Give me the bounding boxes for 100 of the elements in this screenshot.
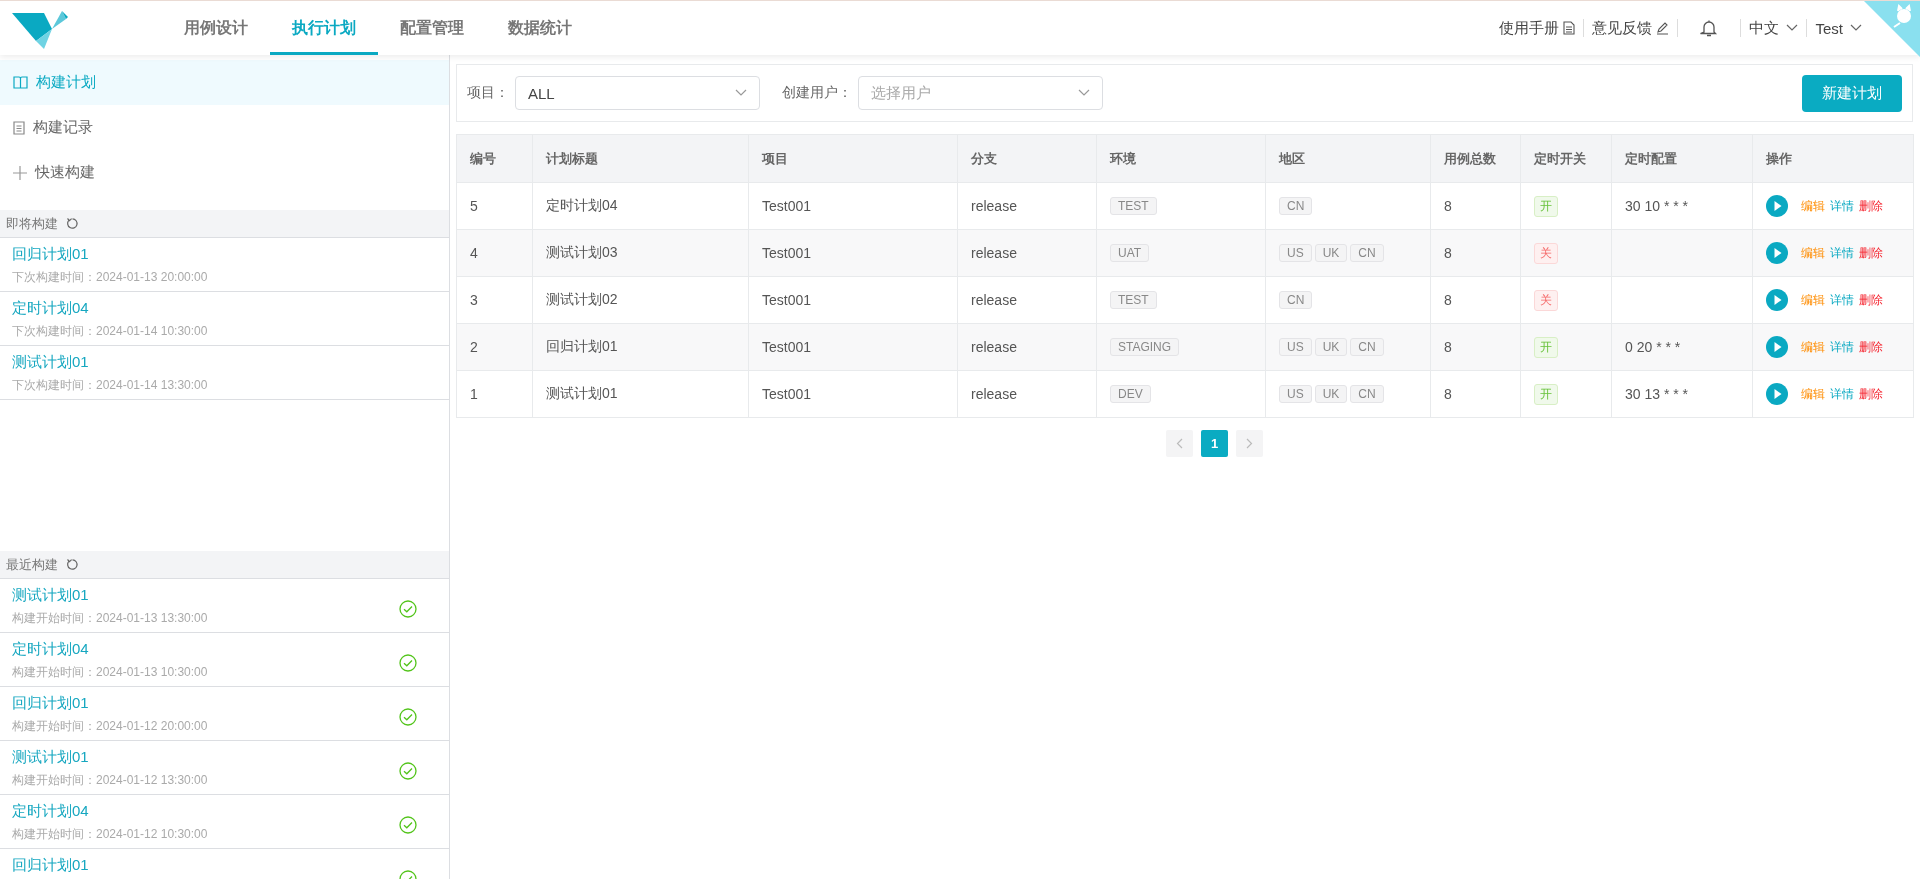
section-title: 最近构建 [6,555,58,574]
region-tag: UK [1314,244,1348,262]
table-cell: 4 [456,229,533,277]
plan-link[interactable]: 测试计划01 [12,748,399,767]
action-link[interactable]: 编辑 [1801,385,1825,403]
column-header: 操作 [1752,134,1914,183]
timer-status-tag: 开 [1534,383,1558,405]
action-link[interactable]: 编辑 [1801,338,1825,356]
action-link[interactable]: 删除 [1859,385,1883,403]
filter-select[interactable]: ALL [515,76,760,110]
nav-tab[interactable]: 用例设计 [162,1,270,55]
table-cell: 回归计划01 [532,323,749,371]
action-link[interactable]: 详情 [1830,244,1854,262]
column-header: 用例总数 [1430,134,1521,183]
header-link[interactable]: 使用手册 [1499,18,1576,38]
play-icon[interactable] [1766,289,1788,311]
nav-tab[interactable]: 配置管理 [378,1,486,55]
env-tag: TEST [1110,291,1157,309]
refresh-icon[interactable] [66,558,79,571]
plus-icon [13,165,27,180]
action-link[interactable]: 详情 [1830,291,1854,309]
column-header: 环境 [1096,134,1266,183]
chevron-down-icon [735,89,747,97]
region-tag: US [1279,385,1312,403]
column-header: 计划标题 [532,134,749,183]
plan-link[interactable]: 定时计划04 [12,802,399,821]
table-cell: release [957,229,1097,277]
table-cell: 8 [1430,323,1521,371]
column-header: 项目 [748,134,958,183]
action-link[interactable]: 删除 [1859,197,1883,215]
build-time: 构建开始时间：2024-01-12 20:00:00 [12,718,209,735]
region-tag: CN [1279,291,1313,309]
build-time: 构建开始时间：2024-01-13 10:30:00 [12,664,209,681]
play-icon[interactable] [1766,336,1788,358]
table-cell: release [957,370,1097,418]
plan-link[interactable]: 定时计划04 [12,299,419,318]
timer-status-tag: 开 [1534,336,1558,358]
table-cell: Test001 [748,370,958,418]
plan-link[interactable]: 回归计划01 [12,694,399,713]
build-time: 构建开始时间：2024-01-13 13:30:00 [12,610,209,627]
column-header: 定时配置 [1611,134,1753,183]
action-link[interactable]: 删除 [1859,291,1883,309]
action-link[interactable]: 编辑 [1801,291,1825,309]
table-cell: 测试计划01 [532,370,749,418]
region-tag: CN [1350,338,1384,356]
env-tag: DEV [1110,385,1151,403]
filter-select[interactable]: 选择用户 [858,76,1103,110]
timer-status-tag: 开 [1534,195,1558,217]
chevron-right-icon [1246,438,1253,449]
corner-ribbon-icon[interactable] [1864,1,1920,57]
table-cell: 2 [456,323,533,371]
document-icon [1563,21,1576,35]
play-icon[interactable] [1766,242,1788,264]
table-cell: Test001 [748,229,958,277]
filter-label: 项目： [467,84,509,102]
action-link[interactable]: 编辑 [1801,244,1825,262]
plan-link[interactable]: 测试计划01 [12,353,419,372]
plan-link[interactable]: 回归计划01 [12,245,419,264]
plan-link[interactable]: 回归计划01 [12,856,399,875]
action-link[interactable]: 详情 [1830,338,1854,356]
sidebar-menu-item[interactable]: 快速构建 [0,150,449,195]
nav-tab[interactable]: 数据统计 [486,1,594,55]
chevron-down-icon [1786,24,1799,32]
table-cell: 1 [456,370,533,418]
action-link[interactable]: 详情 [1830,197,1854,215]
sidebar-menu-item[interactable]: 构建计划 [0,60,449,105]
table-cell: Test001 [748,323,958,371]
plan-link[interactable]: 测试计划01 [12,586,399,605]
table-cell: 测试计划03 [532,229,749,277]
column-header: 分支 [957,134,1097,183]
timer-status-tag: 关 [1534,289,1558,311]
user-dropdown[interactable]: Test [1815,19,1862,37]
action-link[interactable]: 删除 [1859,244,1883,262]
column-header: 定时开关 [1520,134,1612,183]
table-cell: 30 10 * * * [1625,198,1689,214]
page-button[interactable]: 1 [1201,430,1228,457]
chevron-left-icon [1176,438,1183,449]
nav-tab[interactable]: 执行计划 [270,1,378,55]
region-tag: US [1279,244,1312,262]
header-link[interactable]: 意见反馈 [1592,18,1670,38]
new-plan-button[interactable]: 新建计划 [1802,74,1902,112]
table-cell: 30 13 * * * [1625,386,1689,402]
refresh-icon[interactable] [66,217,79,230]
pen-icon [1656,21,1670,35]
document-icon [13,120,25,135]
action-link[interactable]: 编辑 [1801,197,1825,215]
play-icon[interactable] [1766,195,1788,217]
sidebar-menu-item[interactable]: 构建记录 [0,105,449,150]
table-cell: release [957,323,1097,371]
table-cell: 8 [1430,370,1521,418]
column-header: 编号 [456,134,533,183]
plan-link[interactable]: 定时计划04 [12,640,399,659]
language-dropdown[interactable]: 中文 [1749,18,1799,38]
action-link[interactable]: 详情 [1830,385,1854,403]
bell-icon[interactable] [1700,19,1719,37]
action-link[interactable]: 删除 [1859,338,1883,356]
play-icon[interactable] [1766,383,1788,405]
timer-status-tag: 关 [1534,242,1558,264]
filter-label: 创建用户： [782,84,852,102]
env-tag: STAGING [1110,338,1180,356]
